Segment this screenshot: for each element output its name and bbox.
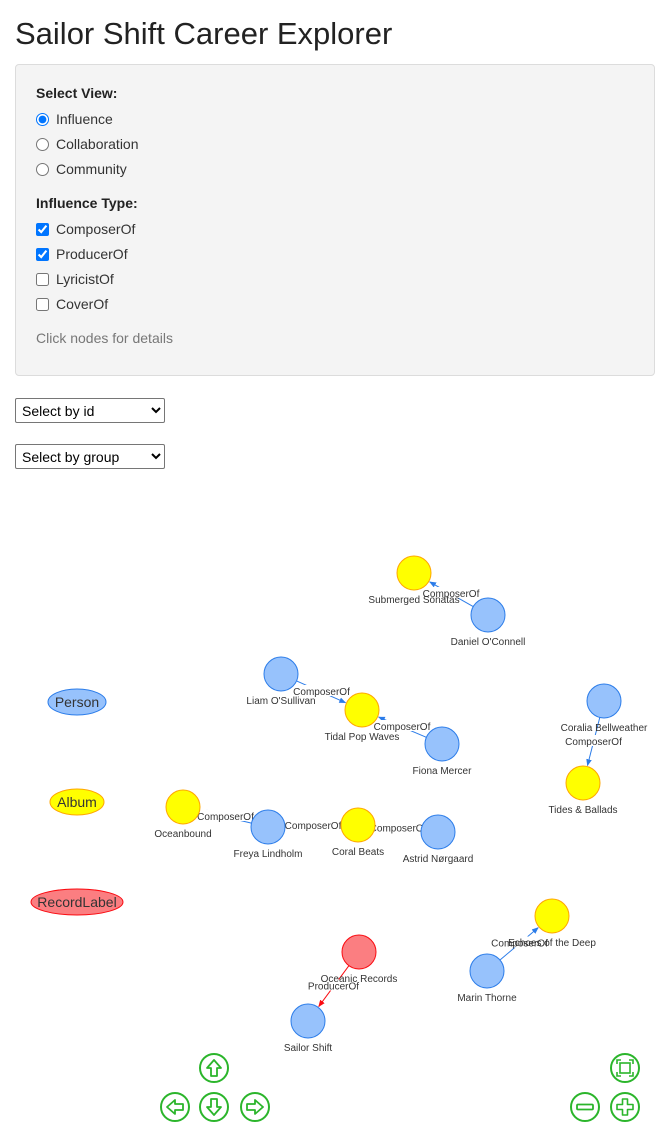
node-label: Coral Beats bbox=[332, 847, 384, 858]
zoom-in-icon[interactable] bbox=[610, 1092, 640, 1122]
legend-label: Person bbox=[55, 694, 99, 710]
node-liam[interactable]: Liam O'Sullivan bbox=[246, 656, 316, 707]
node-label: Oceanbound bbox=[154, 829, 211, 840]
influence-option-lyricistof[interactable]: LyricistOf bbox=[36, 270, 114, 288]
node-tides[interactable]: Tides & Ballads bbox=[548, 765, 618, 816]
node-label: Tides & Ballads bbox=[548, 805, 617, 816]
influence-option-composerof[interactable]: ComposerOf bbox=[36, 220, 135, 238]
node-label: Submerged Sonatas bbox=[368, 595, 459, 606]
influence-option-label: ComposerOf bbox=[56, 221, 136, 237]
node-oceanic[interactable]: Oceanic Records bbox=[321, 934, 398, 985]
legend-item-recordlabel: RecordLabel bbox=[30, 888, 124, 916]
node-submerged[interactable]: Submerged Sonatas bbox=[368, 555, 460, 606]
network-graph[interactable]: Person Album RecordLabel ComposerOf Compose… bbox=[0, 480, 657, 1135]
influence-option-label: CoverOf bbox=[56, 296, 109, 312]
node-echoes[interactable]: Echoes of the Deep bbox=[508, 898, 596, 949]
node-label: Fiona Mercer bbox=[413, 766, 473, 777]
node-label: Liam O'Sullivan bbox=[246, 696, 315, 707]
influence-option-label: LyricistOf bbox=[56, 271, 114, 287]
producerof-checkbox[interactable] bbox=[36, 247, 49, 261]
edge-astrid-coral: ComposerOf bbox=[370, 821, 427, 835]
view-option-label: Community bbox=[56, 161, 127, 177]
control-panel: Select View: Influence Collaboration Com… bbox=[15, 64, 655, 376]
node-label: Echoes of the Deep bbox=[508, 938, 596, 949]
lyricistof-checkbox[interactable] bbox=[36, 272, 49, 286]
view-radio-collaboration[interactable] bbox=[36, 137, 49, 151]
coverof-checkbox[interactable] bbox=[36, 297, 49, 311]
page-title: Sailor Shift Career Explorer bbox=[15, 16, 393, 51]
view-radio-community[interactable] bbox=[36, 162, 49, 176]
left-arrow-icon[interactable] bbox=[160, 1092, 190, 1122]
node-sailor[interactable]: Sailor Shift bbox=[284, 1003, 333, 1054]
legend-item-person: Person bbox=[47, 688, 107, 716]
select-by-id[interactable]: Select by id bbox=[15, 398, 165, 423]
legend-item-album: Album bbox=[49, 788, 105, 816]
select-by-group[interactable]: Select by group bbox=[15, 444, 165, 469]
legend-label: RecordLabel bbox=[37, 894, 116, 910]
composerof-checkbox[interactable] bbox=[36, 222, 49, 236]
node-fiona[interactable]: Fiona Mercer bbox=[413, 726, 473, 777]
influence-option-coverof[interactable]: CoverOf bbox=[36, 295, 108, 313]
edge-label: ComposerOf bbox=[565, 737, 622, 748]
down-arrow-icon[interactable] bbox=[199, 1092, 229, 1122]
view-option-label: Collaboration bbox=[56, 136, 139, 152]
node-oconnell[interactable]: Daniel O'Connell bbox=[451, 597, 526, 648]
edge-label: ComposerOf bbox=[197, 812, 254, 823]
details-hint: Click nodes for details bbox=[36, 330, 173, 346]
influence-option-label: ProducerOf bbox=[56, 246, 128, 262]
legend: Person Album RecordLabel bbox=[30, 688, 124, 916]
edge-label: ComposerOf bbox=[285, 821, 342, 832]
node-coralia[interactable]: Coralia Bellweather bbox=[561, 683, 648, 734]
node-label: Freya Lindholm bbox=[234, 849, 303, 860]
zoom-extends-icon[interactable] bbox=[610, 1053, 640, 1083]
edge-oceanic-sailor: ProducerOf bbox=[305, 965, 362, 1008]
node-tidalpop[interactable]: Tidal Pop Waves bbox=[325, 692, 400, 743]
node-label: Astrid Nørgaard bbox=[403, 854, 474, 865]
view-option-collaboration[interactable]: Collaboration bbox=[36, 135, 139, 153]
edge-label: ComposerOf bbox=[370, 824, 427, 835]
navigation-buttons[interactable] bbox=[160, 1053, 640, 1122]
influence-option-producerof[interactable]: ProducerOf bbox=[36, 245, 128, 263]
view-option-label: Influence bbox=[56, 111, 113, 127]
node-label: Daniel O'Connell bbox=[451, 637, 526, 648]
nodes[interactable]: Submerged Sonatas Daniel O'Connell Liam O'… bbox=[154, 555, 648, 1054]
right-arrow-icon[interactable] bbox=[240, 1092, 270, 1122]
up-arrow-icon[interactable] bbox=[199, 1053, 229, 1083]
view-option-community[interactable]: Community bbox=[36, 160, 127, 178]
legend-label: Album bbox=[57, 794, 97, 810]
node-label: Sailor Shift bbox=[284, 1043, 333, 1054]
influence-section-label: Influence Type: bbox=[36, 195, 138, 211]
node-label: Marin Thorne bbox=[457, 993, 517, 1004]
zoom-out-icon[interactable] bbox=[570, 1092, 600, 1122]
view-option-influence[interactable]: Influence bbox=[36, 110, 113, 128]
view-radio-influence[interactable] bbox=[36, 112, 49, 126]
node-marin[interactable]: Marin Thorne bbox=[457, 953, 517, 1004]
node-label: Oceanic Records bbox=[321, 974, 398, 985]
edge-freya-oceanbound: ComposerOf bbox=[197, 809, 254, 824]
edge-freya-coral: ComposerOf bbox=[285, 819, 342, 832]
view-section-label: Select View: bbox=[36, 85, 118, 101]
node-label: Coralia Bellweather bbox=[561, 723, 648, 734]
node-label: Tidal Pop Waves bbox=[325, 732, 400, 743]
